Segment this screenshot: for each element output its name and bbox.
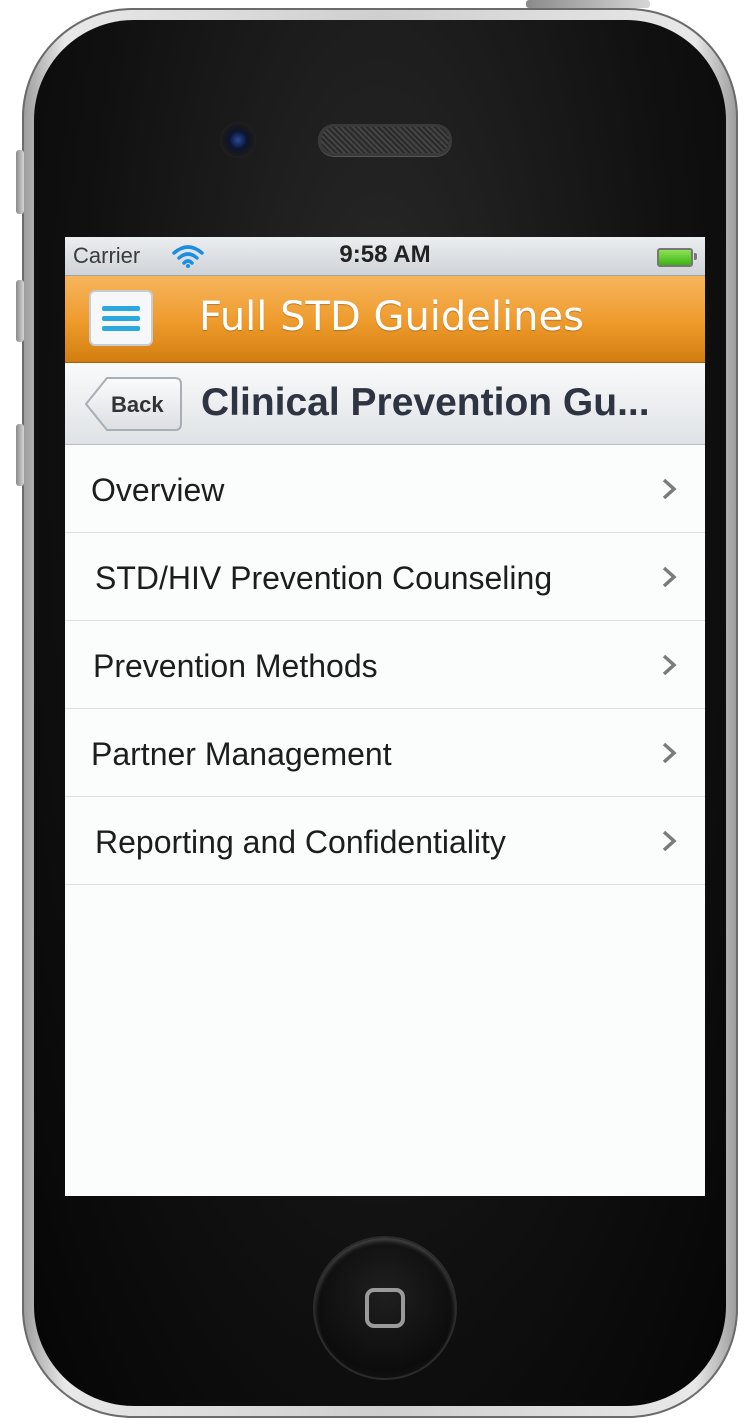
list-item-overview[interactable]: Overview (65, 445, 705, 533)
hamburger-menu-icon-line (102, 326, 140, 331)
chevron-right-icon (662, 566, 677, 588)
list-item-label: Partner Management (91, 736, 392, 772)
volume-up-button (16, 280, 24, 342)
back-label: Back (111, 392, 164, 417)
battery-icon (657, 248, 697, 267)
volume-down-button (16, 424, 24, 486)
list-item-prevention-counseling[interactable]: STD/HIV Prevention Counseling (65, 533, 705, 621)
volume-switch (16, 150, 24, 214)
home-square-icon (365, 1288, 405, 1328)
status-bar: Carrier 9:58 AM (65, 237, 705, 276)
status-time: 9:58 AM (339, 241, 431, 268)
chevron-right-icon (662, 654, 677, 676)
app-header: Full STD Guidelines (65, 276, 705, 363)
front-camera (220, 122, 256, 158)
app-title: Full STD Guidelines (199, 294, 584, 340)
list-item-partner-management[interactable]: Partner Management (65, 709, 705, 797)
hamburger-menu-button[interactable] (89, 290, 153, 346)
list-item-prevention-methods[interactable]: Prevention Methods (65, 621, 705, 709)
earpiece-speaker (318, 124, 452, 156)
list-item-label: Overview (91, 472, 225, 508)
power-button (526, 0, 650, 8)
navigation-bar: Back Clinical Prevention Gu... (65, 363, 705, 445)
screen: Carrier 9:58 AM Full STD Guidelines Back… (65, 237, 705, 1196)
hamburger-menu-icon-line (102, 316, 140, 321)
list-item-label: Reporting and Confidentiality (95, 824, 506, 860)
chevron-right-icon (662, 478, 677, 500)
hamburger-menu-icon (102, 306, 140, 311)
list-item-reporting-confidentiality[interactable]: Reporting and Confidentiality (65, 797, 705, 885)
chevron-right-icon (662, 742, 677, 764)
home-button[interactable] (315, 1238, 455, 1378)
guidelines-list: Overview STD/HIV Prevention Counseling P… (65, 445, 705, 885)
chevron-right-icon (662, 830, 677, 852)
list-item-label: Prevention Methods (93, 648, 378, 684)
list-item-label: STD/HIV Prevention Counseling (95, 560, 553, 596)
nav-title: Clinical Prevention Gu... (201, 381, 650, 424)
back-button[interactable]: Back (85, 376, 182, 432)
